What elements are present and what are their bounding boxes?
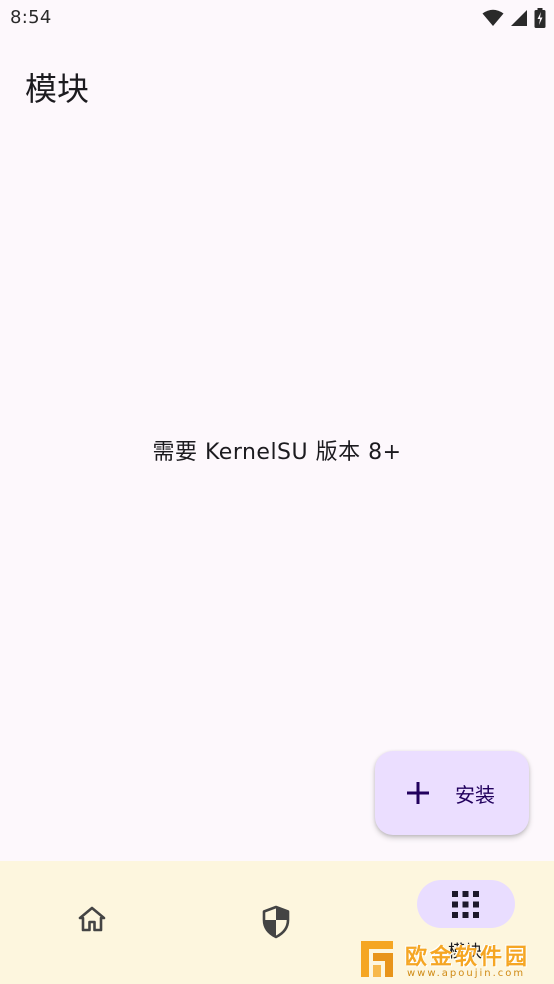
home-icon	[78, 906, 106, 932]
empty-state-message: 需要 KernelSU 版本 8+	[152, 440, 402, 465]
nav-item-superuser[interactable]	[184, 861, 368, 984]
nav-item-module-label: 模块	[448, 942, 482, 962]
install-button[interactable]: 安装	[375, 751, 529, 835]
apps-grid-icon	[452, 891, 479, 918]
status-time: 8:54	[10, 7, 52, 28]
status-bar: 8:54	[0, 0, 554, 38]
status-icons	[482, 8, 546, 28]
page-title: 模块	[25, 70, 90, 108]
wifi-icon	[482, 9, 504, 26]
nav-item-module[interactable]: 模块	[370, 861, 554, 984]
bottom-navigation-bar: 模块	[0, 861, 554, 984]
add-icon	[407, 782, 429, 804]
shield-icon	[262, 905, 290, 939]
nav-item-home[interactable]	[0, 861, 184, 984]
battery-charging-icon	[534, 8, 546, 28]
nav-item-selected-indicator	[417, 880, 515, 928]
install-button-label: 安装	[455, 782, 495, 807]
signal-icon	[511, 10, 527, 26]
